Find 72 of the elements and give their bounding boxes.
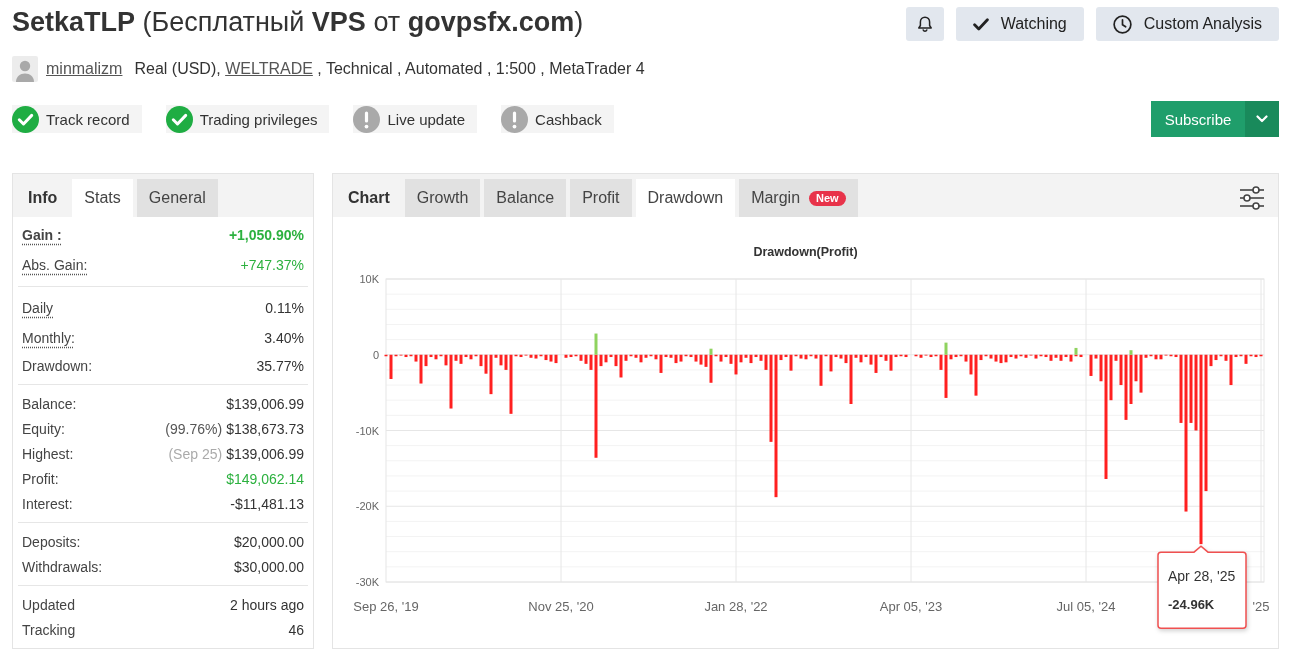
stat-label: Interest: xyxy=(22,495,73,512)
stat-value: $139,006.99 xyxy=(226,445,304,462)
badge-label: Trading privileges xyxy=(199,110,318,128)
tooltip-value: -24.96K xyxy=(1168,597,1215,613)
x-axis-label: Apr 05, '23 xyxy=(879,599,943,614)
stat-label: Withdrawals: xyxy=(22,558,103,575)
stat-label: Highest: xyxy=(22,445,74,462)
x-axis-label: '25 xyxy=(1252,599,1270,614)
username-link[interactable]: minmalizm xyxy=(46,60,123,78)
x-axis-label: Jul 05, '24 xyxy=(1056,599,1116,614)
stat-value: $20,000.00 xyxy=(233,533,304,550)
stat-label: Profit: xyxy=(22,470,59,487)
y-axis-label: -20K xyxy=(355,500,379,513)
panel-tab[interactable]: Profit xyxy=(570,179,632,217)
stat-note: (99.76%) xyxy=(165,420,223,437)
stat-value: 35.77% xyxy=(256,357,304,374)
user-silhouette-icon xyxy=(12,56,38,82)
panel-heading: Chart xyxy=(347,188,391,208)
check-icon xyxy=(972,17,989,31)
stat-value: $30,000.00 xyxy=(233,558,304,575)
stat-value: $149,062.14 xyxy=(226,470,304,487)
stat-value: +1,050.90% xyxy=(228,227,304,243)
custom-analysis-button[interactable]: Custom Analysis xyxy=(1095,7,1279,41)
stat-value: $139,006.99 xyxy=(226,395,304,412)
badge-label: Cashback xyxy=(535,110,602,128)
chevron-down-icon xyxy=(1256,115,1268,123)
stat-label: Equity: xyxy=(22,420,65,437)
stat-value: 3.40% xyxy=(264,330,304,346)
stat-label: Drawdown: xyxy=(22,357,93,374)
subscribe-menu-button[interactable] xyxy=(1245,101,1279,137)
badge-label: Track record xyxy=(46,110,130,128)
panel-tab[interactable]: Drawdown xyxy=(635,179,736,217)
y-axis-label: -10K xyxy=(355,424,379,437)
stat-label: Deposits: xyxy=(22,533,81,550)
panel-tab[interactable]: Balance xyxy=(484,179,567,217)
chart-title: Drawdown(Profit) xyxy=(753,245,858,259)
clock-icon xyxy=(1112,14,1132,34)
stat-value: 46 xyxy=(288,621,304,638)
panel-tab[interactable]: Growth xyxy=(404,179,481,217)
stat-label: Updated xyxy=(22,596,75,613)
y-axis-label: 0 xyxy=(372,348,379,361)
stat-label: Tracking xyxy=(22,621,76,638)
stat-label: Monthly: xyxy=(22,330,75,346)
stat-value: 0.11% xyxy=(265,300,304,316)
broker-link[interactable]: WELTRADE xyxy=(225,60,313,77)
stat-value: -$11,481.13 xyxy=(230,495,304,512)
x-axis-label: Sep 26, '19 xyxy=(353,599,419,614)
stat-label: Gain : xyxy=(22,227,62,243)
panel-heading: Info xyxy=(27,188,59,208)
stat-note: (Sep 25) xyxy=(168,445,223,462)
stat-label: Daily xyxy=(22,300,54,316)
panel-tab[interactable]: Stats xyxy=(72,179,133,217)
sliders-icon[interactable] xyxy=(1239,186,1265,210)
notifications-button[interactable] xyxy=(905,7,944,41)
stat-value: +747.37% xyxy=(240,257,304,273)
panel-tab[interactable]: General xyxy=(136,179,218,217)
stat-label: Balance: xyxy=(22,395,77,412)
account-details: Real (USD), WELTRADE , Technical , Automated , 1:500 , MetaTrader 4 xyxy=(134,60,645,78)
stat-label: Abs. Gain: xyxy=(22,257,88,273)
y-axis-label: -30K xyxy=(355,576,379,588)
panel-tab[interactable]: Margin New xyxy=(739,179,858,217)
bell-icon xyxy=(916,15,933,33)
new-badge: New xyxy=(809,190,846,206)
stat-value: 2 hours ago xyxy=(230,596,304,613)
x-axis-label: Nov 25, '20 xyxy=(528,599,594,614)
watching-button[interactable]: Watching xyxy=(955,7,1084,41)
badge-label: Live update xyxy=(387,110,466,128)
stat-value: $138,673.73 xyxy=(226,420,304,437)
page-title: SetkaTLP (Бесплатный VPS от govpsfx.com) xyxy=(12,6,584,39)
y-axis-label: 10K xyxy=(359,273,379,285)
x-axis-label: Jan 28, '22 xyxy=(704,599,768,614)
tooltip-date: Apr 28, '25 xyxy=(1168,568,1236,585)
